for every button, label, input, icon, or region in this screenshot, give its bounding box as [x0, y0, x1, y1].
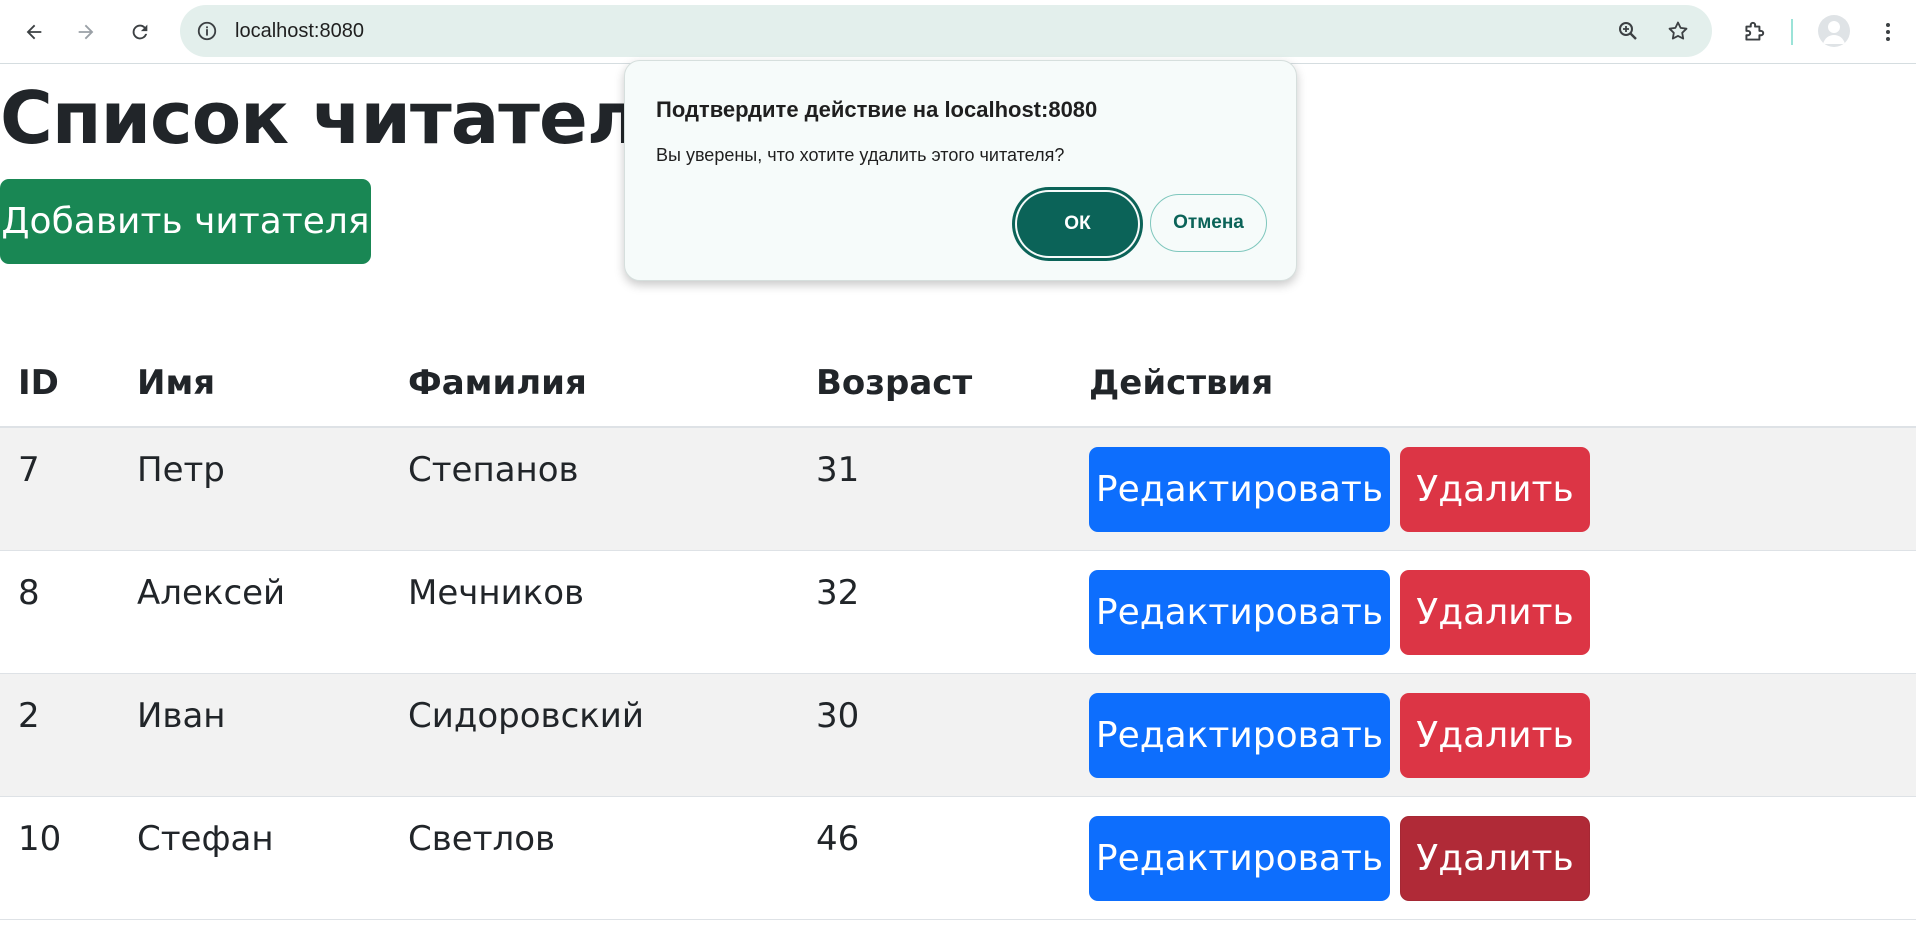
- profile-avatar-icon[interactable]: [1818, 15, 1850, 47]
- zoom-icon[interactable]: [1616, 19, 1640, 43]
- cancel-button[interactable]: Отмена: [1150, 194, 1267, 252]
- cell-id: 8: [18, 573, 40, 613]
- header-actions: Действия: [1089, 363, 1274, 403]
- cell-last-name: Сидоровский: [408, 696, 644, 736]
- cell-first-name: Стефан: [137, 819, 274, 859]
- cell-age: 32: [816, 573, 860, 613]
- header-id: ID: [18, 363, 59, 403]
- table-row: 7 Петр Степанов 31 Редактировать Удалить: [0, 428, 1916, 551]
- ok-button[interactable]: ОК: [1017, 192, 1138, 256]
- table-row: 10 Стефан Светлов 46 Редактировать Удали…: [0, 797, 1916, 920]
- header-age: Возраст: [816, 363, 973, 403]
- dialog-message: Вы уверены, что хотите удалить этого чит…: [656, 145, 1065, 165]
- site-info-icon[interactable]: [196, 20, 218, 42]
- cell-age: 31: [816, 450, 860, 490]
- back-arrow-icon: [26, 24, 42, 40]
- kebab-menu-icon: [1886, 23, 1890, 41]
- table-row: 8 Алексей Мечников 32 Редактировать Удал…: [0, 551, 1916, 674]
- cell-last-name: Мечников: [408, 573, 585, 613]
- header-last-name: Фамилия: [408, 363, 587, 403]
- url-text: localhost:8080: [235, 20, 364, 42]
- browser-menu-button[interactable]: [1868, 12, 1908, 52]
- cell-first-name: Петр: [137, 450, 225, 490]
- delete-button[interactable]: Удалить: [1400, 570, 1590, 655]
- delete-button[interactable]: Удалить: [1400, 816, 1590, 901]
- cell-id: 7: [18, 450, 40, 490]
- edit-button[interactable]: Редактировать: [1089, 447, 1390, 532]
- confirm-dialog: Подтвердите действие на localhost:8080 В…: [624, 60, 1297, 281]
- reload-icon: [132, 24, 148, 40]
- forward-arrow-icon: [78, 24, 94, 40]
- reload-button[interactable]: [120, 12, 160, 52]
- delete-button[interactable]: Удалить: [1400, 693, 1590, 778]
- cell-first-name: Алексей: [137, 573, 286, 613]
- cell-last-name: Светлов: [408, 819, 556, 859]
- delete-button[interactable]: Удалить: [1400, 447, 1590, 532]
- edit-button[interactable]: Редактировать: [1089, 570, 1390, 655]
- back-button[interactable]: [14, 12, 54, 52]
- extensions-puzzle-icon: [1745, 21, 1765, 41]
- cell-id: 2: [18, 696, 40, 736]
- cell-id: 10: [18, 819, 62, 859]
- toolbar-divider: [1791, 19, 1793, 45]
- edit-button[interactable]: Редактировать: [1089, 816, 1390, 901]
- browser-toolbar: localhost:8080: [0, 0, 1916, 64]
- bookmark-star-icon[interactable]: [1666, 19, 1690, 43]
- add-reader-button[interactable]: Добавить читателя: [0, 179, 371, 264]
- cell-last-name: Степанов: [408, 450, 579, 490]
- cell-first-name: Иван: [137, 696, 226, 736]
- cell-age: 30: [816, 696, 860, 736]
- dialog-title: Подтвердите действие на localhost:8080: [656, 97, 1098, 122]
- address-bar[interactable]: localhost:8080: [180, 5, 1712, 57]
- table-row: 2 Иван Сидоровский 30 Редактировать Удал…: [0, 674, 1916, 797]
- forward-button[interactable]: [66, 12, 106, 52]
- cell-age: 46: [816, 819, 860, 859]
- extensions-button[interactable]: [1734, 12, 1774, 52]
- header-first-name: Имя: [137, 363, 216, 403]
- edit-button[interactable]: Редактировать: [1089, 693, 1390, 778]
